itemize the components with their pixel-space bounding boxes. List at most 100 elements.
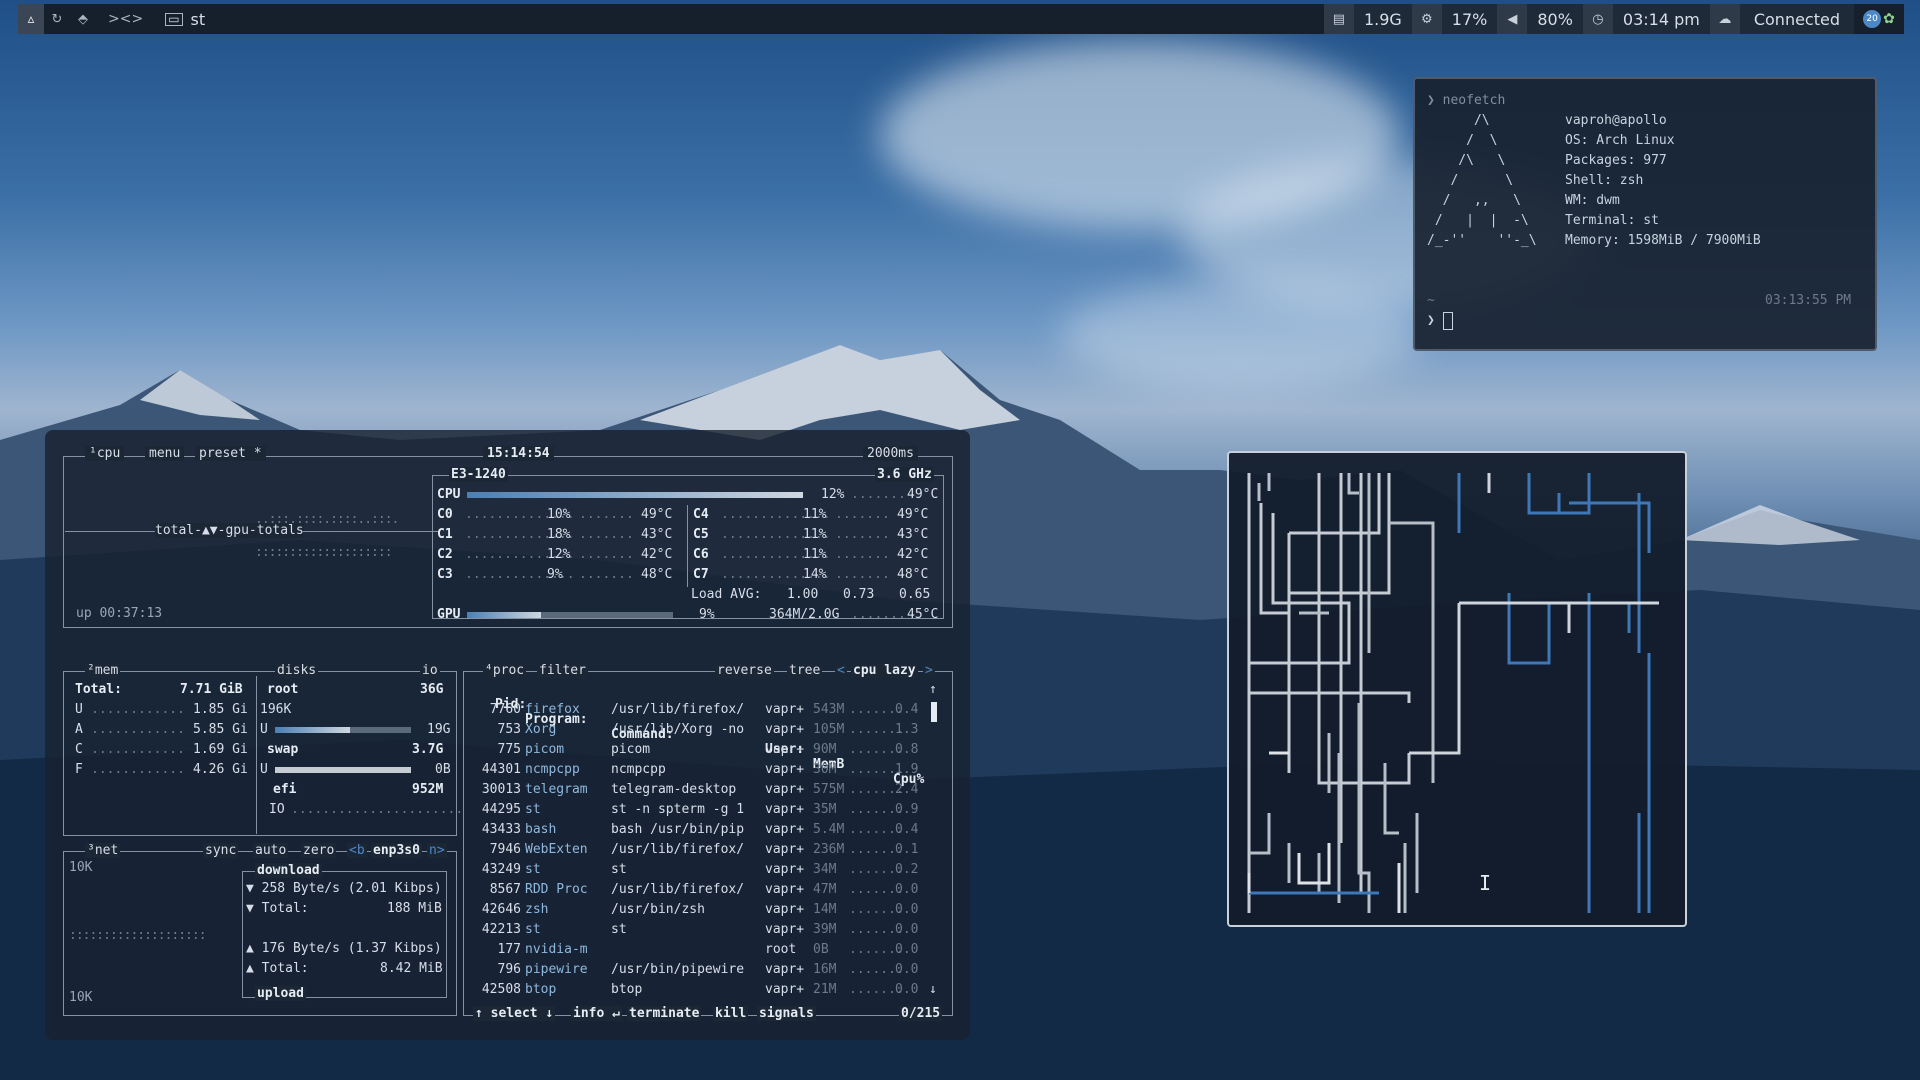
footer-info[interactable]: info ↵ (571, 1006, 622, 1021)
proc-cpu-graph: ....... (849, 922, 904, 937)
download-total: 188 MiB (387, 901, 442, 916)
proc-cpu-graph: ....... (849, 962, 904, 977)
net-scale-bottom: 10K (69, 990, 93, 1005)
mem-row-graph: ............ (91, 762, 185, 777)
net-auto[interactable]: auto (253, 843, 289, 858)
iface-prev[interactable]: <b (347, 843, 367, 858)
proc-title[interactable]: ⁴proc (483, 663, 527, 678)
proc-tree[interactable]: tree (787, 663, 823, 678)
io-toggle[interactable]: io (420, 663, 440, 678)
scroll-up-arrow[interactable]: ↑ (929, 682, 937, 697)
proc-user: vapr+ (765, 702, 805, 717)
tab-menu[interactable]: menu (145, 446, 185, 461)
disk-used-size: 196K (260, 702, 292, 717)
input-prompt[interactable]: ❯ (1427, 311, 1453, 331)
mem-total: 7.71 GiB (180, 682, 243, 697)
footer-select[interactable]: ↑ select ↓ (473, 1006, 556, 1021)
tag-3[interactable]: ⬘ (70, 4, 96, 34)
swap-size: 3.7G (412, 742, 444, 757)
proc-pid: 42213 (481, 922, 521, 937)
proc-row[interactable]: 30013 telegram telegram-desktop vapr+ 575M 2.… (475, 782, 925, 802)
tag-2[interactable]: ↻ (44, 4, 70, 34)
proc-filter[interactable]: filter (537, 663, 588, 678)
proc-program: RDD Proc (525, 882, 588, 897)
proc-row[interactable]: 8567 RDD Proc/usr/lib/firefox/vapr+ 47M 0.0… (475, 882, 925, 902)
window-title[interactable]: ▭ st (165, 10, 205, 29)
update-interval[interactable]: 2000ms (863, 446, 918, 461)
net-zero[interactable]: zero (301, 843, 337, 858)
proc-row[interactable]: 42646 zsh/usr/bin/zsh vapr+ 14M 0.0....... (475, 902, 925, 922)
pipes-terminal[interactable]: I (1227, 451, 1687, 927)
core-pct: 12% (547, 547, 571, 562)
proc-row[interactable]: 43433 bash bash /usr/bin/pip vapr+ 5.4M 0.4..… (475, 822, 925, 842)
proc-command: /usr/lib/firefox/ (611, 882, 745, 897)
disks-title[interactable]: disks (275, 663, 319, 678)
proc-reverse[interactable]: reverse (715, 663, 774, 678)
proc-user: vapr+ (765, 902, 805, 917)
scroll-down-arrow[interactable]: ↓ (929, 982, 937, 997)
layout-indicator[interactable]: ><> (108, 11, 143, 27)
terminal-icon: ▭ (165, 12, 183, 26)
info-wm: WM: dwm (1565, 193, 1620, 208)
proc-cpu-graph: ....... (849, 782, 904, 797)
pipes-animation (1247, 473, 1659, 913)
net-sync[interactable]: sync (203, 843, 239, 858)
core-pct: 14% (803, 567, 827, 582)
core-temp-graph: ....... (835, 507, 890, 522)
proc-user: vapr+ (765, 922, 805, 937)
tray-app-icon[interactable]: ✿ (1883, 11, 1895, 27)
sort-mode[interactable]: cpu lazy (851, 663, 918, 678)
proc-scrollbar[interactable] (931, 702, 937, 722)
notification-badge[interactable]: 20 (1863, 10, 1882, 28)
proc-row[interactable]: 7946 WebExten/usr/lib/firefox/vapr+ 236M 0.… (475, 842, 925, 862)
swap-u-size: 0B (435, 762, 451, 777)
footer-kill[interactable]: kill (713, 1006, 749, 1021)
neofetch-terminal[interactable]: ❯ neofetch /\ / \ /\ \ / \ / ,, \ / | | … (1413, 77, 1877, 351)
footer-signals[interactable]: signals (757, 1006, 816, 1021)
upload-rate: ▲ 176 Byte/s (1.37 Kibps) (246, 941, 442, 956)
core-pct: 11% (803, 547, 827, 562)
disk-root-size: 36G (420, 682, 444, 697)
footer-terminate[interactable]: terminate (627, 1006, 702, 1021)
cpu-icon: ⚙ (1411, 4, 1442, 34)
memory-icon: ▤ (1323, 4, 1354, 34)
proc-row[interactable]: 796 pipewire/usr/bin/pipewire vapr+ 16M 0.0.… (475, 962, 925, 982)
cpu-total-bar (467, 492, 803, 498)
proc-row[interactable]: 42508 btop btop vapr+ 21M 0.0....... (475, 982, 925, 1002)
tag-1[interactable]: ▵ (18, 4, 44, 34)
proc-pid: 7946 (489, 842, 521, 857)
net-title[interactable]: ³net (85, 843, 121, 858)
wifi-icon[interactable]: ☁ (1709, 4, 1740, 34)
volume-value[interactable]: 80% (1527, 4, 1583, 34)
proc-row[interactable]: 42213st st vapr+ 39M 0.0....... (475, 922, 925, 942)
proc-user: vapr+ (765, 762, 805, 777)
proc-user: vapr+ (765, 882, 805, 897)
proc-row[interactable]: 7760 firefox/usr/lib/firefox/vapr+ 543M 0.4… (475, 702, 925, 722)
sort-prev[interactable]: < (835, 663, 847, 678)
volume-icon[interactable]: ◀ (1497, 4, 1528, 34)
proc-row[interactable]: 753 Xorg/usr/lib/Xorg -no vapr+ 105M 1.3....… (475, 722, 925, 742)
proc-row[interactable]: 43249st st vapr+ 34M 0.2....... (475, 862, 925, 882)
mem-title[interactable]: ²mem (85, 663, 121, 678)
proc-pid: 42508 (481, 982, 521, 997)
wifi-status[interactable]: Connected (1739, 4, 1854, 34)
gpu-graph-dots: :::::::::::::::::::: (255, 545, 393, 560)
tray[interactable]: 20 ✿ (1854, 4, 1904, 34)
btop-clock: 15:14:54 (483, 446, 554, 461)
proc-row[interactable]: 775 picom picom vapr+ 90M 0.8....... (475, 742, 925, 762)
sort-next[interactable]: > (923, 663, 935, 678)
mem-row-value: 1.85 Gi (193, 702, 248, 717)
core-temp-graph: ....... (579, 547, 634, 562)
tab-preset[interactable]: preset * (195, 446, 266, 461)
core-label: C6 (693, 547, 709, 562)
info-packages: Packages: 977 (1565, 153, 1667, 168)
proc-row[interactable]: 177 nvidia-m root 0B 0.0....... (475, 942, 925, 962)
btop-window[interactable]: ¹cpu menu preset * 15:14:54 2000ms total… (45, 430, 970, 1040)
mem-total-label: Total: (75, 682, 122, 697)
iface-next[interactable]: n> (427, 843, 447, 858)
tab-cpu[interactable]: ¹cpu (85, 446, 125, 461)
proc-row[interactable]: 44295st st -n spterm -g 1 vapr+ 35M 0.9.....… (475, 802, 925, 822)
proc-row[interactable]: 44301 ncmpcpp ncmpcpp vapr+ 30M 1.9....... (475, 762, 925, 782)
mem-row-key: U (75, 702, 83, 717)
proc-user: vapr+ (765, 782, 805, 797)
